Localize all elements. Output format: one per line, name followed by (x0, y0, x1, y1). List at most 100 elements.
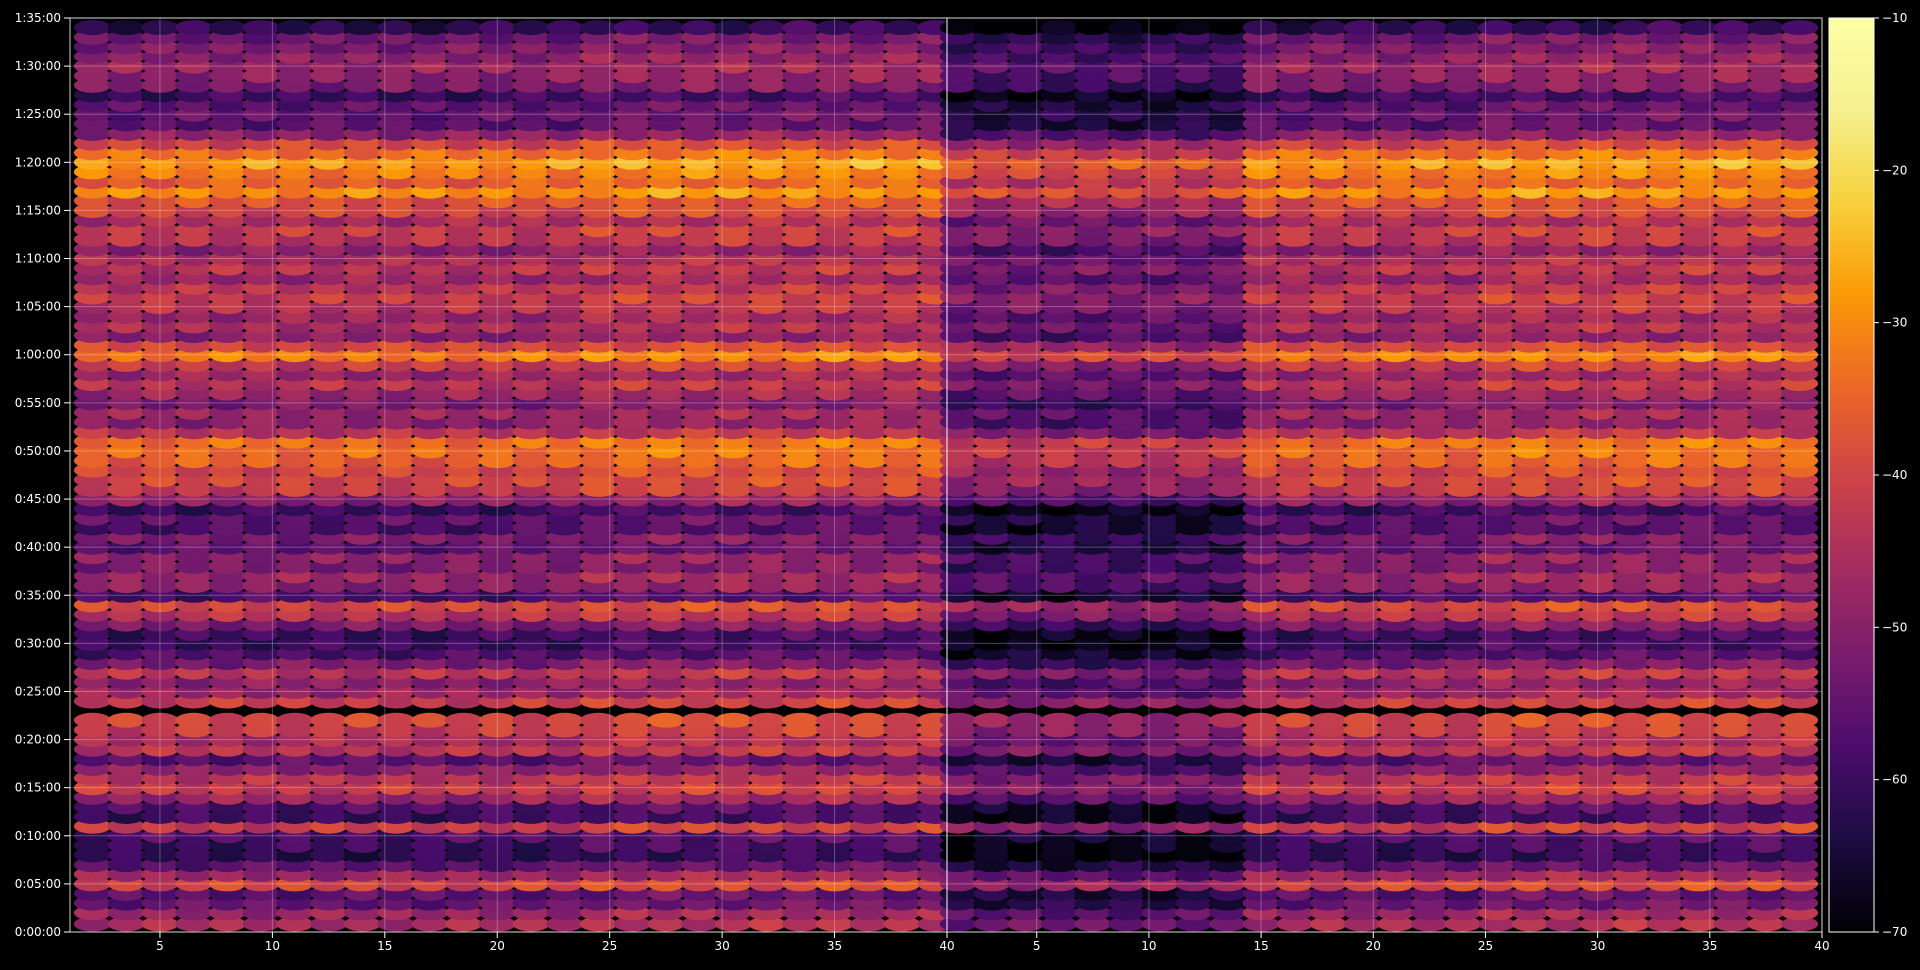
heatmap-cell (310, 712, 348, 728)
heatmap-cell (242, 712, 280, 728)
heatmap-cell (973, 20, 1011, 36)
heatmap-cell (579, 20, 618, 36)
heatmap-cell (444, 20, 483, 36)
heatmap-cell (444, 712, 483, 728)
x-tick-label: 35 (827, 939, 842, 953)
heatmap-cell (276, 20, 314, 36)
heatmap-cell (1276, 712, 1314, 728)
heatmap-cell (1511, 20, 1549, 36)
heatmap-cells (73, 20, 1819, 932)
heatmap-cell (310, 20, 348, 36)
heatmap-cell (1108, 712, 1145, 728)
heatmap-cell (1309, 712, 1347, 728)
x-tick-label: 5 (156, 939, 164, 953)
x-tick-label: 20 (490, 939, 505, 953)
heatmap-cell (1108, 20, 1145, 36)
heatmap-cell (1208, 712, 1246, 728)
heatmap-cell (1444, 712, 1482, 728)
heatmap-cell (1478, 20, 1516, 36)
heatmap-cell (242, 20, 280, 36)
colorbar-gradient (1828, 17, 1875, 933)
heatmap-cell (1713, 712, 1751, 728)
heatmap-cell (1444, 20, 1482, 36)
y-tick-label: 0:40:00 (15, 540, 61, 554)
heatmap-cell (939, 712, 977, 728)
heatmap-cell (1175, 712, 1213, 728)
heatmap-cell (1410, 712, 1448, 728)
heatmap-cell (175, 20, 213, 36)
heatmap-cell (411, 20, 449, 36)
y-tick-label: 0:20:00 (15, 733, 61, 747)
heatmap-cell (714, 20, 753, 36)
heatmap-cell (411, 712, 449, 728)
y-tick-label: 1:15:00 (15, 203, 61, 217)
heatmap-cell (208, 712, 246, 728)
heatmap-cell (1141, 20, 1179, 36)
heatmap-cell (512, 712, 550, 728)
heatmap-cell (782, 20, 820, 36)
heatmap-cell (681, 712, 719, 728)
colorbar-tick-label: −70 (1882, 925, 1907, 939)
heatmap-cell (1612, 20, 1650, 36)
heatmap-cell (73, 712, 112, 728)
heatmap-cell (1478, 712, 1516, 728)
x-tick-label: 20 (1366, 939, 1381, 953)
heatmap-cell (1141, 712, 1179, 728)
y-tick-label: 1:05:00 (15, 300, 61, 314)
heatmap-cell (1208, 20, 1246, 36)
x-tick-label: 10 (1141, 939, 1156, 953)
x-tick-label: 40 (939, 939, 954, 953)
heatmap-cell (613, 712, 651, 728)
heatmap-cell (276, 712, 314, 728)
heatmap-cell (613, 20, 651, 36)
heatmap-cell (1680, 712, 1718, 728)
heatmap-cell (343, 20, 381, 36)
y-tick-label: 0:15:00 (15, 781, 61, 795)
heatmap-cell (1713, 20, 1751, 36)
heatmap-cell (343, 712, 381, 728)
heatmap-cell (782, 712, 820, 728)
x-tick-label: 30 (714, 939, 729, 953)
chart-canvas: 0:00:000:05:000:10:000:15:000:20:000:25:… (15, 11, 1908, 953)
y-tick-label: 0:35:00 (15, 588, 61, 602)
heatmap-cell (1646, 20, 1684, 36)
heatmap-cell (73, 20, 112, 36)
heatmap-cell (883, 20, 921, 36)
heatmap-cell (1309, 20, 1347, 36)
heatmap-cell (1410, 20, 1448, 36)
heatmap-cell (1646, 712, 1684, 728)
heatmap-cell (175, 712, 213, 728)
heatmap-cell (1511, 712, 1549, 728)
heatmap-cell (849, 712, 887, 728)
x-tick-label: 35 (1702, 939, 1717, 953)
x-tick-label: 25 (602, 939, 617, 953)
heatmap-cell (647, 712, 685, 728)
colorbar-tick-label: −10 (1882, 11, 1907, 25)
heatmap-cell (107, 20, 145, 36)
y-tick-label: 1:00:00 (15, 348, 61, 362)
y-tick-label: 0:00:00 (15, 925, 61, 939)
heatmap-cell (1545, 712, 1583, 728)
heatmap-cell (1747, 712, 1785, 728)
colorbar-tick-label: −30 (1882, 316, 1907, 330)
heatmap-cell (939, 20, 977, 36)
heatmap-cell (377, 20, 415, 36)
heatmap-cell (1680, 20, 1718, 36)
heatmap-cell (647, 20, 685, 36)
y-tick-label: 0:45:00 (15, 492, 61, 506)
heatmap-cell (849, 20, 887, 36)
heatmap-cell (1276, 20, 1314, 36)
colorbar-tick-label: −40 (1882, 468, 1907, 482)
heatmap-cell (1747, 20, 1785, 36)
heatmap-cell (1343, 712, 1381, 728)
y-tick-label: 0:50:00 (15, 444, 61, 458)
heatmap-cell (1377, 20, 1415, 36)
heatmap-cell (1074, 20, 1112, 36)
heatmap-cell (512, 20, 550, 36)
heatmap-cell (579, 712, 618, 728)
heatmap-cell (748, 712, 786, 728)
colorbar-tick-label: −60 (1882, 773, 1907, 787)
y-tick-label: 0:30:00 (15, 636, 61, 650)
heatmap-cell (748, 20, 786, 36)
heatmap-cell (1175, 20, 1213, 36)
